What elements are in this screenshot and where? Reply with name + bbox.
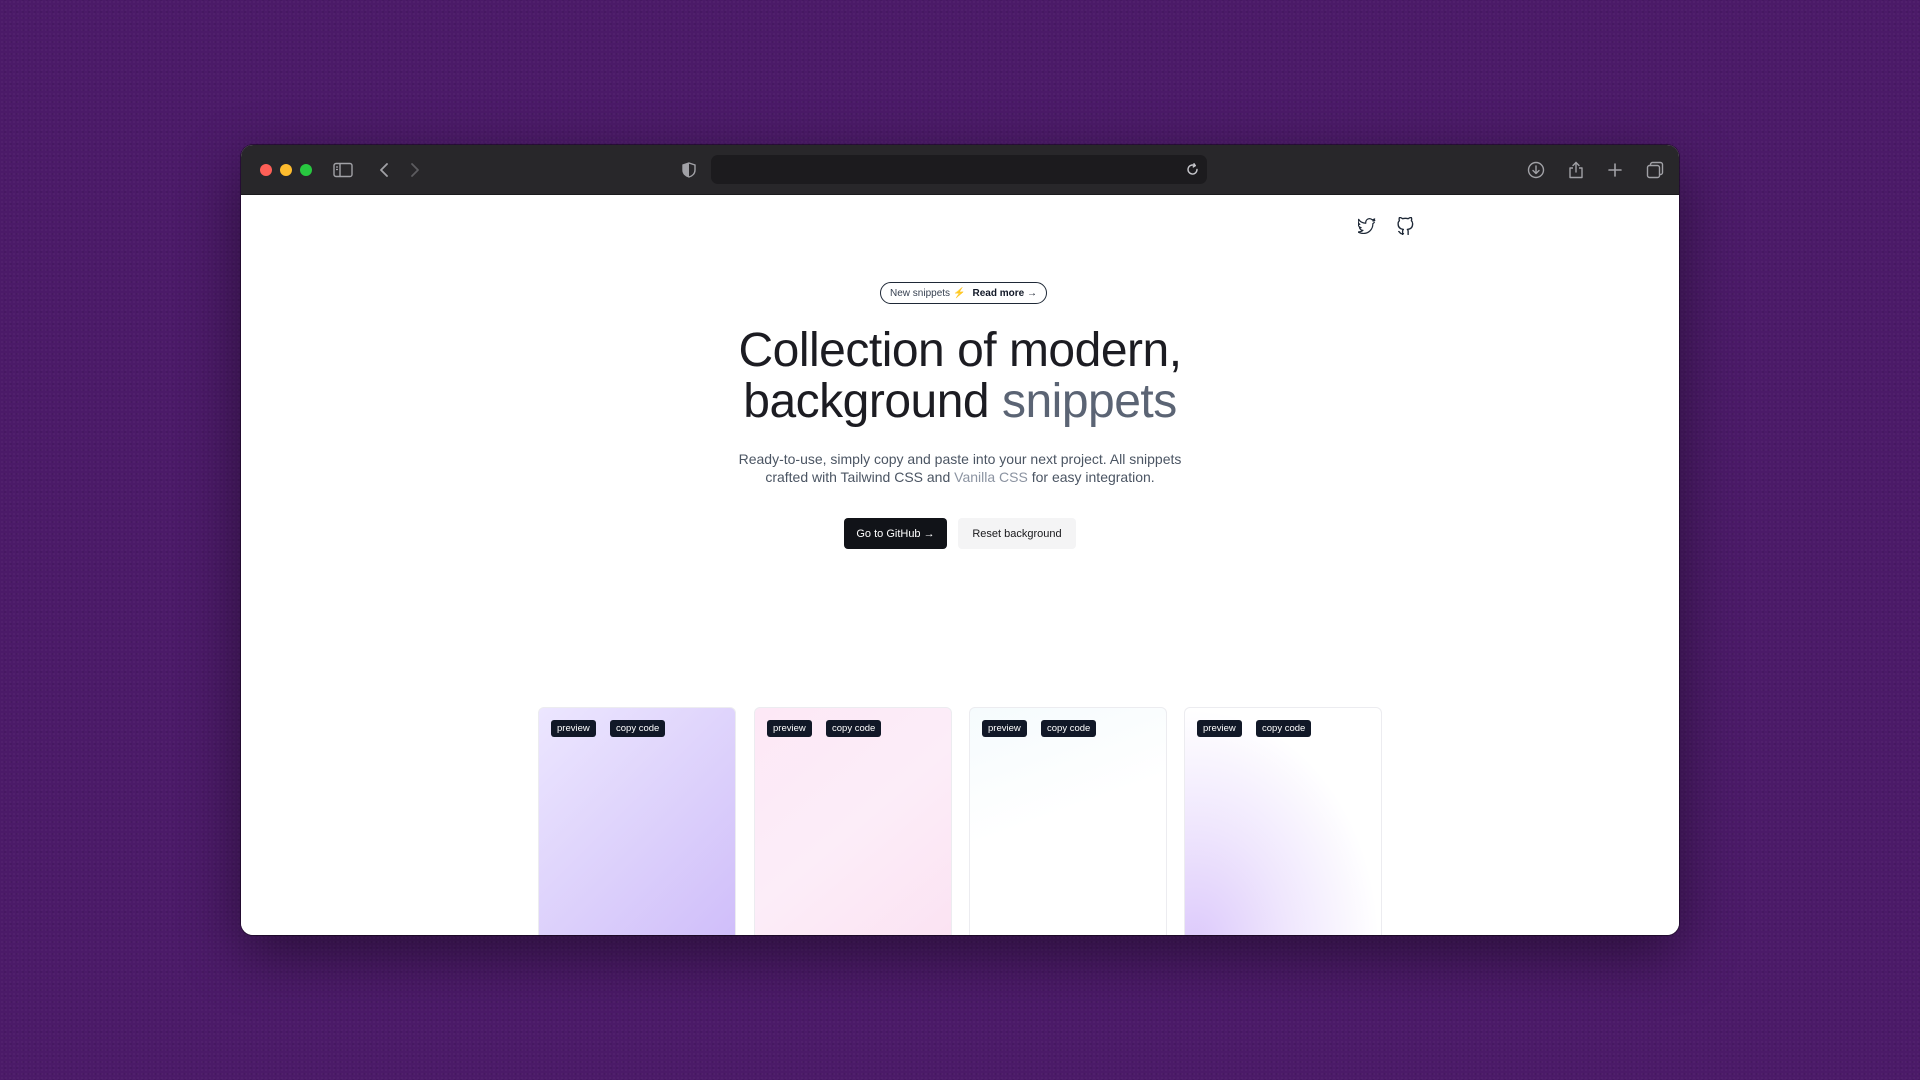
preview-button[interactable]: preview <box>982 720 1027 737</box>
announcement-pill[interactable]: New snippets ⚡ Read more → <box>880 282 1047 304</box>
reset-background-button[interactable]: Reset background <box>958 518 1076 549</box>
preview-button[interactable]: preview <box>767 720 812 737</box>
title-line-2-main: background <box>743 375 990 428</box>
copy-code-button[interactable]: copy code <box>610 720 666 737</box>
title-line-1: Collection of modern, <box>738 324 1182 377</box>
title-line-2: background snippets <box>241 376 1679 427</box>
share-icon[interactable] <box>1564 158 1588 182</box>
address-bar[interactable] <box>711 155 1207 184</box>
reload-icon[interactable] <box>1183 160 1201 178</box>
copy-code-button[interactable]: copy code <box>1256 720 1312 737</box>
subtitle-line-2-post: for easy integration. <box>1031 469 1155 485</box>
snippet-card[interactable]: preview copy code <box>1184 707 1382 935</box>
preview-button[interactable]: preview <box>1197 720 1242 737</box>
subtitle-line-2: crafted with Tailwind CSS and Vanilla CS… <box>241 468 1679 486</box>
close-window-button[interactable] <box>260 164 272 176</box>
subtitle-line-1: Ready-to-use, simply copy and paste into… <box>738 451 1182 467</box>
copy-code-button[interactable]: copy code <box>1041 720 1097 737</box>
sidebar-icon[interactable] <box>331 158 355 182</box>
maximize-window-button[interactable] <box>300 164 312 176</box>
announcement-label: New snippets <box>890 287 951 299</box>
minimize-window-button[interactable] <box>280 164 292 176</box>
back-arrow-icon[interactable] <box>372 158 396 182</box>
forward-arrow-icon[interactable] <box>403 158 427 182</box>
page-title: Collection of modern, background snippet… <box>241 325 1679 427</box>
copy-code-button[interactable]: copy code <box>826 720 882 737</box>
tabs-overview-icon[interactable] <box>1643 158 1667 182</box>
snippet-card[interactable]: preview copy code <box>538 707 736 935</box>
page-content: New snippets ⚡ Read more → Collection of… <box>241 195 1679 935</box>
subtitle-line-2-pre: crafted with Tailwind CSS and <box>765 469 951 485</box>
twitter-icon[interactable] <box>1356 215 1378 237</box>
snippet-card[interactable]: preview copy code <box>969 707 1167 935</box>
download-icon[interactable] <box>1524 158 1548 182</box>
title-line-2-accent: snippets <box>1001 375 1177 428</box>
lightning-icon: ⚡ <box>953 287 966 299</box>
vanilla-css-link[interactable]: Vanilla CSS <box>954 469 1028 485</box>
snippet-card[interactable]: preview copy code <box>754 707 952 935</box>
page-subtitle: Ready-to-use, simply copy and paste into… <box>241 450 1679 486</box>
new-tab-icon[interactable] <box>1603 158 1627 182</box>
read-more-link[interactable]: Read more → <box>972 288 1036 299</box>
browser-window: New snippets ⚡ Read more → Collection of… <box>241 145 1679 935</box>
go-to-github-button[interactable]: Go to GitHub → <box>844 518 947 549</box>
preview-button[interactable]: preview <box>551 720 596 737</box>
github-icon[interactable] <box>1394 215 1416 237</box>
browser-toolbar <box>241 145 1679 195</box>
shield-icon[interactable] <box>677 158 701 182</box>
